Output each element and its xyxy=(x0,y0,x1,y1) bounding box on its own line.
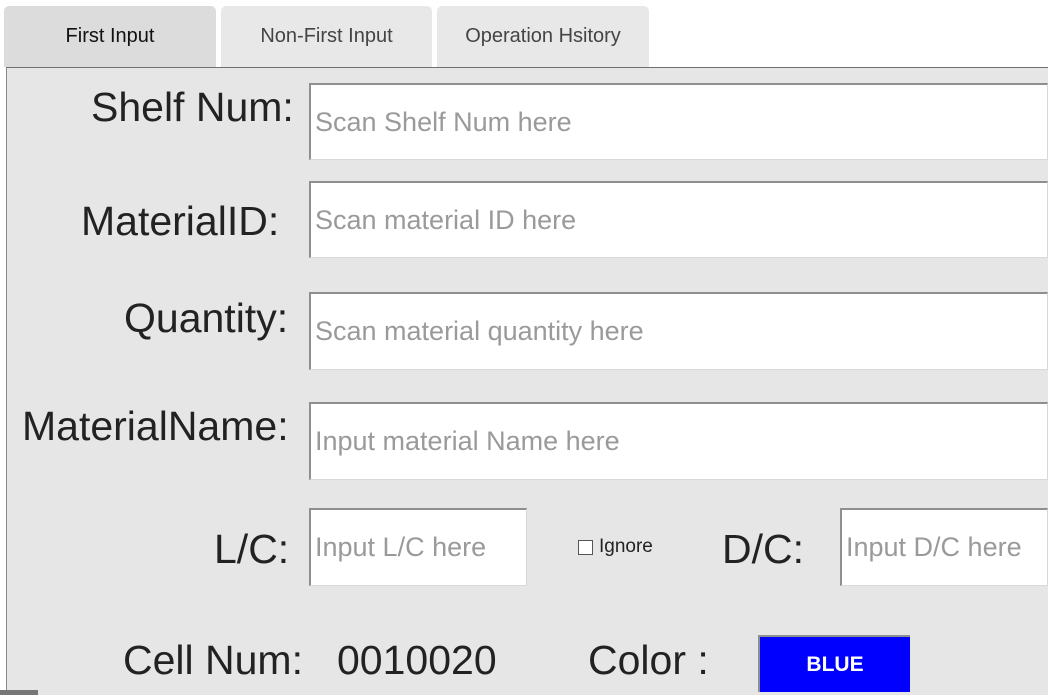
material-id-input[interactable] xyxy=(309,181,1048,258)
shelf-num-label: Shelf Num: xyxy=(91,84,294,130)
shelf-num-input[interactable] xyxy=(309,83,1048,160)
cell-num-value: 0010020 xyxy=(337,637,497,683)
material-name-label: MaterialName: xyxy=(22,403,289,449)
color-label: Color : xyxy=(588,637,709,683)
material-id-label: MaterialID: xyxy=(81,198,280,244)
scrollbar-fragment xyxy=(0,690,38,695)
tab-operation-history[interactable]: Operation Hsitory xyxy=(437,6,649,67)
quantity-label: Quantity: xyxy=(124,295,289,341)
first-input-panel xyxy=(6,67,1048,695)
tab-non-first-input[interactable]: Non-First Input xyxy=(221,6,432,67)
ignore-checkbox[interactable] xyxy=(578,539,593,555)
color-swatch: BLUE xyxy=(758,635,910,692)
lc-input[interactable] xyxy=(309,508,527,586)
tab-first-input[interactable]: First Input xyxy=(4,6,216,67)
color-value: BLUE xyxy=(806,652,864,676)
dc-label: D/C: xyxy=(722,526,804,572)
dc-input[interactable] xyxy=(840,508,1048,586)
material-name-input[interactable] xyxy=(309,402,1048,480)
ignore-checkbox-group[interactable]: Ignore xyxy=(578,536,653,558)
lc-label: L/C: xyxy=(214,526,290,572)
ignore-label: Ignore xyxy=(599,536,653,557)
quantity-input[interactable] xyxy=(309,292,1048,370)
cell-num-label: Cell Num: xyxy=(123,637,303,683)
